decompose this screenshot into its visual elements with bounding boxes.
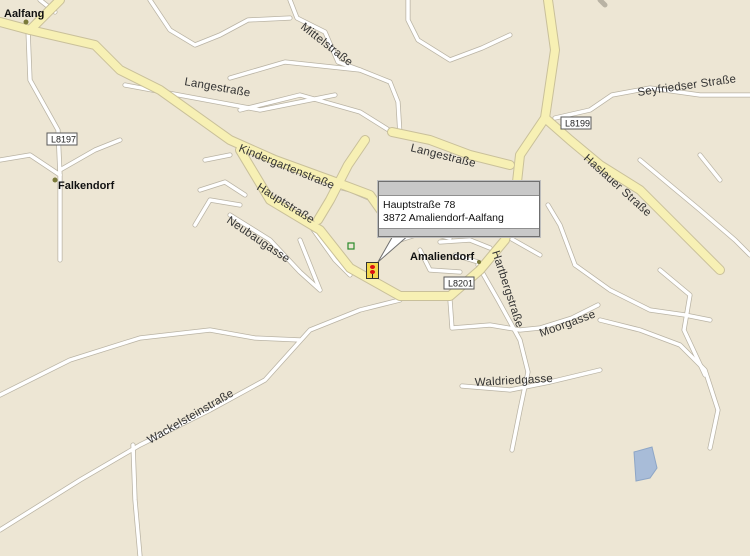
popup-address-line-2: 3872 Amaliendorf-Aalfang	[383, 212, 504, 224]
svg-text:L8199: L8199	[565, 119, 590, 129]
street-label-hauptstrasse: Hauptstraße	[254, 181, 316, 226]
pond	[633, 446, 658, 482]
map-canvas[interactable]: L8197 L8199 L8201 Aalfang Falkendorf Ama…	[0, 0, 750, 556]
street-label-mittelstrasse: Mittelstraße	[298, 21, 355, 69]
popup-footer-bar	[379, 228, 539, 236]
place-label-amaliendorf: Amaliendorf	[410, 251, 475, 263]
poi-square-icon	[347, 242, 355, 250]
popup-title-bar	[379, 182, 539, 196]
major-roads	[0, 0, 724, 300]
amaliendorf-dot	[477, 260, 481, 264]
place-label-aalfang: Aalfang	[4, 8, 44, 20]
address-popup[interactable]: Hauptstraße 78 3872 Amaliendorf-Aalfang	[378, 181, 540, 237]
place-label-falkendorf: Falkendorf	[58, 180, 115, 192]
road-shield-l8201: L8201	[443, 276, 475, 290]
street-label-neubaugasse: Neubaugasse	[224, 215, 291, 266]
falkendorf-dot	[52, 177, 58, 183]
svg-text:L8197: L8197	[51, 135, 76, 145]
popup-body: Hauptstraße 78 3872 Amaliendorf-Aalfang	[379, 196, 539, 228]
road-shield-l8197: L8197	[46, 132, 78, 146]
aalfang-dot	[23, 19, 29, 25]
traffic-light-pin-icon[interactable]	[366, 262, 379, 279]
popup-pointer	[377, 233, 412, 263]
popup-address-line-1: Hauptstraße 78	[383, 199, 456, 211]
street-label-wackelsteinstrasse: Wackelsteinstraße	[146, 387, 236, 446]
svg-text:L8201: L8201	[448, 279, 473, 289]
road-shield-l8199: L8199	[560, 116, 592, 130]
street-label-waldriedgasse: Waldriedgasse	[475, 373, 554, 389]
